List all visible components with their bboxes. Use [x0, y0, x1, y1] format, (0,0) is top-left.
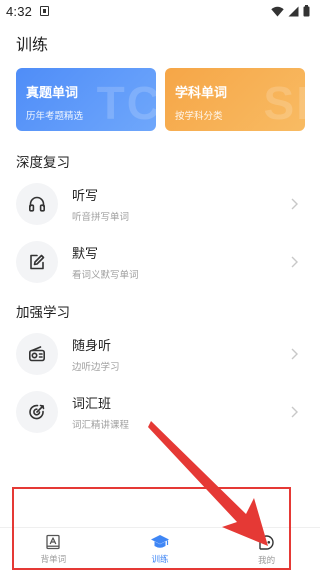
- edit-note-icon: [16, 241, 58, 283]
- list-item-write-from-memory[interactable]: 默写 看词义默写单词: [16, 238, 304, 286]
- list-item-subtitle: 听音拼写单词: [72, 212, 130, 223]
- list-item-subtitle: 边听边学习: [72, 362, 120, 373]
- signal-icon: [288, 6, 299, 16]
- status-bar: 4:32: [0, 0, 320, 22]
- target-icon: [16, 391, 58, 433]
- chevron-right-icon: [291, 348, 298, 360]
- list-item-subtitle: 词汇精讲课程: [72, 420, 130, 431]
- card-subtitle: 历年考题精选: [26, 111, 84, 122]
- card-exam-words[interactable]: TC 真题单词 历年考题精选: [16, 68, 156, 131]
- list-item-portable-listening[interactable]: 随身听 边听边学习: [16, 330, 304, 378]
- page-title: 训练: [16, 37, 49, 54]
- wifi-icon: [271, 6, 284, 16]
- section-title-strengthen: 加强学习: [16, 305, 70, 320]
- section-title-deep-review: 深度复习: [16, 155, 70, 170]
- list-item-dictation[interactable]: 听写 听音拼写单词: [16, 180, 304, 228]
- list-item-subtitle: 看词义默写单词: [72, 270, 139, 281]
- list-item-title: 听写: [72, 188, 99, 203]
- card-subject-words[interactable]: SI 学科单词 按学科分类: [165, 68, 305, 131]
- chevron-right-icon: [291, 198, 298, 210]
- status-icons: [271, 5, 310, 17]
- headphones-icon: [16, 183, 58, 225]
- chevron-right-icon: [291, 256, 298, 268]
- list-item-title: 随身听: [72, 338, 112, 353]
- list-item-title: 默写: [72, 246, 99, 261]
- annotation-highlight-box: [12, 487, 291, 570]
- battery-icon: [303, 5, 310, 17]
- list-item-title: 词汇班: [72, 396, 112, 411]
- radio-icon: [16, 333, 58, 375]
- sim-card-icon: [40, 6, 50, 16]
- status-time: 4:32: [6, 3, 33, 19]
- card-subtitle: 按学科分类: [175, 111, 223, 122]
- list-item-vocabulary-class[interactable]: 词汇班 词汇精讲课程: [16, 388, 304, 436]
- chevron-right-icon: [291, 406, 298, 418]
